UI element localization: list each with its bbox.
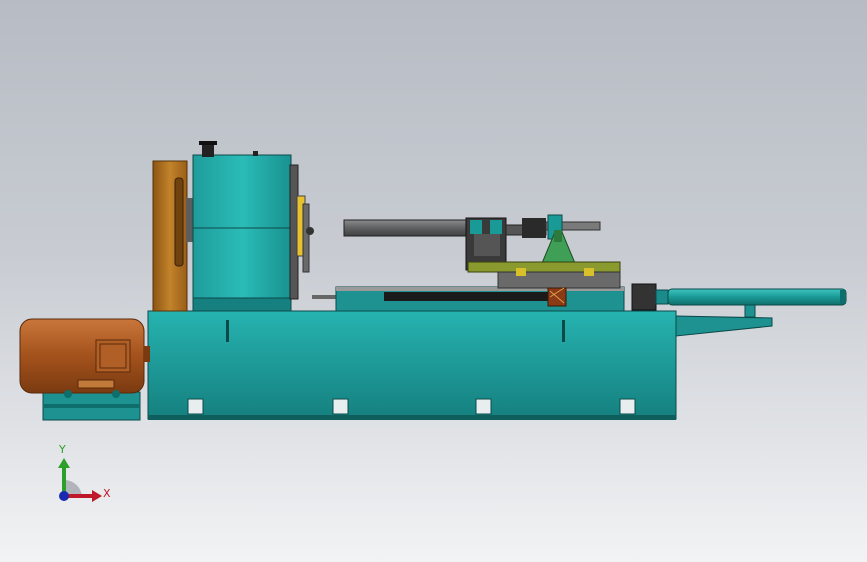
coordinate-triad-icon bbox=[58, 458, 102, 502]
y-axis-label: Y bbox=[59, 443, 66, 456]
work-tube[interactable] bbox=[343, 219, 475, 237]
headstock-drum[interactable] bbox=[192, 141, 292, 312]
cad-viewport[interactable]: Y X bbox=[0, 0, 867, 562]
carriage-table[interactable] bbox=[467, 261, 621, 289]
carriage-rail[interactable] bbox=[312, 286, 625, 312]
face-plate[interactable] bbox=[289, 164, 314, 300]
electric-motor[interactable] bbox=[19, 318, 150, 421]
machine-base[interactable] bbox=[147, 310, 677, 420]
lead-screw-nut[interactable] bbox=[547, 287, 567, 307]
hydraulic-cylinder[interactable] bbox=[631, 283, 847, 311]
x-axis-label: X bbox=[103, 487, 111, 500]
machine-model-view[interactable] bbox=[0, 0, 867, 562]
flywheel[interactable] bbox=[152, 160, 194, 312]
